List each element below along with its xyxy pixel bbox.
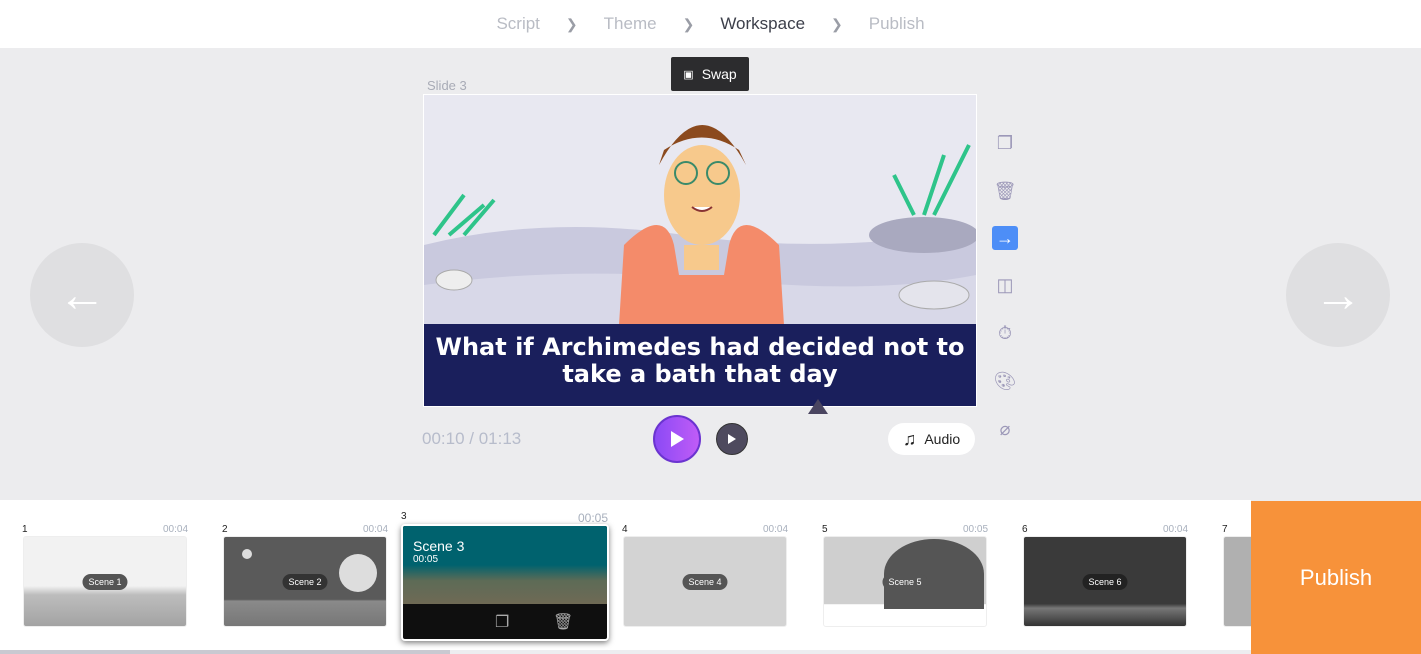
arrow-left-icon: ← xyxy=(58,268,106,322)
duplicate-scene-icon[interactable]: ❐ xyxy=(495,612,509,632)
timeline-scrollbar[interactable] xyxy=(0,650,450,654)
step-script[interactable]: Script xyxy=(470,14,565,34)
scene-tag: Scene 2 xyxy=(282,573,328,590)
prev-slide-button[interactable]: ← xyxy=(30,243,134,347)
play-all-button[interactable] xyxy=(653,415,701,463)
copy-icon[interactable]: ❐ xyxy=(992,130,1018,156)
scene-number: 3 xyxy=(401,511,407,522)
swap-icon: ▣ xyxy=(683,68,694,81)
step-workspace[interactable]: Workspace xyxy=(694,14,831,34)
scene-tag: Scene 1 xyxy=(82,573,128,590)
scene-number: 5 xyxy=(822,524,828,535)
slide-toolbar: ❐ 🗑︎ → ◫ ⏱︎ 🎨︎ ⌀ xyxy=(992,130,1018,464)
step-theme[interactable]: Theme xyxy=(578,14,683,34)
scene-number: 4 xyxy=(622,524,628,535)
play-icon xyxy=(671,431,684,447)
scene-duration: 00:04 xyxy=(163,524,189,535)
scene-number: 1 xyxy=(22,524,28,535)
scene-duration-overlay: 00:05 xyxy=(413,554,439,565)
scene-thumbnail[interactable] xyxy=(1223,536,1251,627)
publish-button[interactable]: Publish xyxy=(1251,501,1421,654)
scene-thumbnail[interactable]: Scene 2 xyxy=(223,536,387,627)
audio-button[interactable]: ♫ Audio xyxy=(888,423,975,455)
time-readout: 00:10 / 01:13 xyxy=(422,429,522,448)
scene-number: 2 xyxy=(222,524,228,535)
delete-scene-icon[interactable]: 🗑︎ xyxy=(553,612,573,632)
scene-number: 6 xyxy=(1022,524,1028,535)
scene-thumbnail-selected[interactable]: Scene 3 00:05 ❐ 🗑︎ xyxy=(401,524,609,641)
audio-label: Audio xyxy=(924,431,961,447)
scene-thumbnail[interactable]: Scene 1 xyxy=(23,536,187,627)
scene-duration: 00:04 xyxy=(363,524,389,535)
swap-button[interactable]: ▣ Swap xyxy=(671,57,749,91)
scene-duration: 00:04 xyxy=(1163,524,1189,535)
arrow-right-icon: → xyxy=(1314,268,1362,322)
scene-title: Scene 3 xyxy=(413,538,465,554)
music-note-icon: ♫ xyxy=(902,428,917,449)
slide-label: Slide 3 xyxy=(427,78,467,93)
scene-duration: 00:05 xyxy=(963,524,989,535)
slide-preview[interactable]: What if Archimedes had decided not to ta… xyxy=(423,94,977,407)
slide-caption[interactable]: What if Archimedes had decided not to ta… xyxy=(424,324,976,406)
swap-label: Swap xyxy=(701,66,737,82)
timer-icon[interactable]: ⏱︎ xyxy=(992,320,1018,346)
play-scene-button[interactable] xyxy=(716,423,748,455)
scene-duration: 00:04 xyxy=(763,524,789,535)
hide-eye-icon[interactable]: ⌀ xyxy=(992,416,1018,442)
wizard-steps: Script ❯ Theme ❯ Workspace ❯ Publish xyxy=(0,0,1421,48)
trash-icon[interactable]: 🗑︎ xyxy=(992,178,1018,204)
scene-duration: 00:05 xyxy=(578,511,609,525)
scene-thumbnail[interactable]: Scene 5 xyxy=(823,536,987,627)
scene-number: 7 xyxy=(1222,524,1228,535)
scene-thumbnail[interactable]: Scene 6 xyxy=(1023,536,1187,627)
scene-timeline: 1 00:04 Scene 1 2 00:04 Scene 2 3 00:05 … xyxy=(0,500,1251,654)
step-publish[interactable]: Publish xyxy=(843,14,951,34)
palette-icon[interactable]: 🎨︎ xyxy=(992,368,1018,394)
next-slide-button[interactable]: → xyxy=(1286,243,1390,347)
layout-icon[interactable]: ◫ xyxy=(992,272,1018,298)
play-icon xyxy=(728,434,736,444)
slide-illustration xyxy=(424,95,976,325)
scene-thumbnail[interactable]: Scene 4 xyxy=(623,536,787,627)
chevron-right-icon: ❯ xyxy=(565,15,578,32)
scene-tag: Scene 6 xyxy=(1082,573,1128,590)
chevron-right-icon: ❯ xyxy=(831,15,843,32)
scene-tag: Scene 4 xyxy=(682,573,728,590)
chevron-right-icon: ❯ xyxy=(682,15,695,32)
playhead-marker[interactable] xyxy=(808,399,828,414)
transition-arrow-icon[interactable]: → xyxy=(992,226,1018,250)
scene-tag: Scene 5 xyxy=(882,573,928,590)
